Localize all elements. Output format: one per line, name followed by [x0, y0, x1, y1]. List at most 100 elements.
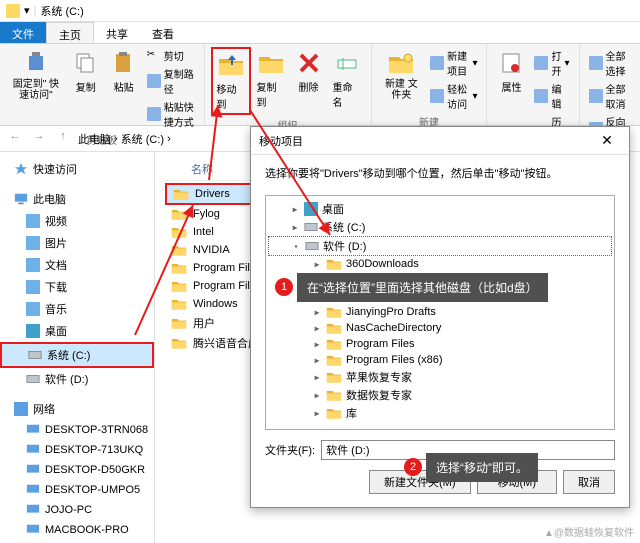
- folder-name: Program Files (x86): [346, 354, 443, 366]
- expand-icon[interactable]: ▶: [312, 324, 322, 333]
- moveto-button[interactable]: 移动到: [211, 47, 251, 115]
- downloads-icon: [26, 280, 40, 294]
- pc-icon: [14, 192, 28, 206]
- file-name: Intel: [193, 226, 214, 238]
- open-button[interactable]: 打开▾: [531, 47, 572, 79]
- pasteshortcut-button[interactable]: 粘贴快捷方式: [144, 98, 198, 130]
- window-title: 系统 (C:): [40, 3, 83, 19]
- tree-item[interactable]: ▶NasCacheDirectory: [268, 320, 612, 336]
- cut-button[interactable]: ✂剪切: [144, 47, 198, 64]
- copy-button[interactable]: 复制: [68, 47, 104, 96]
- pc-icon: [26, 423, 40, 437]
- breadcrumb[interactable]: 此电脑 › 系统 (C:) ›: [78, 131, 171, 147]
- tab-share[interactable]: 共享: [94, 22, 140, 43]
- sidebar-item-desktop[interactable]: 桌面: [0, 320, 154, 342]
- nav-up-button[interactable]: ↑: [54, 130, 72, 148]
- tree-item[interactable]: ▶Program Files: [268, 336, 612, 352]
- chevron-right-icon: ›: [114, 133, 118, 145]
- copypath-button[interactable]: 复制路径: [144, 65, 198, 97]
- rename-button[interactable]: 重命名: [329, 47, 365, 111]
- expand-icon[interactable]: ▶: [312, 391, 322, 400]
- expand-icon[interactable]: ▶: [290, 205, 300, 214]
- selectall-button[interactable]: 全部选择: [586, 47, 634, 79]
- folder-tree[interactable]: ▶桌面 ▶系统 (C:) ▾软件 (D:) ▶360Downloads▶Ease…: [265, 195, 615, 430]
- tab-view[interactable]: 查看: [140, 22, 186, 43]
- tree-item[interactable]: ▶ Program Files (x86): [268, 352, 612, 368]
- ribbon-group-open: 属性 打开▾ 编辑 历史记录 打开: [487, 44, 579, 125]
- sidebar-item-network-pc[interactable]: DESKTOP-D50GKR: [0, 460, 154, 480]
- ribbon-group-organize: 移动到 复制到 删除 重命名 组织: [205, 44, 372, 125]
- drive-icon: [26, 372, 40, 386]
- dialog-titlebar: 移动项目 ✕: [251, 127, 629, 155]
- docs-icon: [26, 258, 40, 272]
- sidebar-item-cdrive[interactable]: 系统 (C:): [0, 342, 154, 368]
- folder-name: JianyingPro Drafts: [346, 306, 436, 318]
- expand-icon[interactable]: ▶: [312, 260, 322, 269]
- tree-item[interactable]: ▶库: [268, 404, 612, 422]
- ribbon-group-select: 全部选择 全部取消 反向选择 选择: [580, 44, 640, 125]
- sidebar-item-network-pc[interactable]: DESKTOP-UMPO5: [0, 480, 154, 500]
- pin-button[interactable]: 固定到" 快速访问": [6, 47, 66, 103]
- sidebar-item-network-pc[interactable]: DESKTOP-3TRN068: [0, 420, 154, 440]
- tree-item[interactable]: ▶数据恢复专家: [268, 386, 612, 404]
- folder-name: 库: [346, 405, 357, 421]
- edit-button[interactable]: 编辑: [531, 80, 572, 112]
- sidebar-item-quickaccess[interactable]: 快速访问: [0, 158, 154, 180]
- tab-file[interactable]: 文件: [0, 22, 46, 43]
- tree-item[interactable]: ▶360Downloads: [268, 256, 612, 272]
- sidebar-item-network-pc[interactable]: MACBOOK-PRO: [0, 520, 154, 540]
- nav-back-button[interactable]: ←: [6, 130, 24, 148]
- copyto-button[interactable]: 复制到: [253, 47, 289, 111]
- cancel-button[interactable]: 取消: [563, 470, 615, 494]
- expand-icon[interactable]: ▶: [312, 409, 322, 418]
- selectnone-button[interactable]: 全部取消: [586, 80, 634, 112]
- newfolder-icon: [387, 49, 415, 77]
- sidebar-item-downloads[interactable]: 下载: [0, 276, 154, 298]
- sidebar-item-thispc[interactable]: 此电脑: [0, 188, 154, 210]
- selectnone-icon: [589, 89, 603, 103]
- expand-icon[interactable]: ▶: [312, 308, 322, 317]
- paste-button[interactable]: 粘贴: [106, 47, 142, 96]
- breadcrumb-seg[interactable]: 此电脑: [78, 131, 111, 147]
- newitem-button[interactable]: 新建项目▾: [427, 47, 480, 79]
- easyaccess-button[interactable]: 轻松访问▾: [427, 80, 480, 112]
- newfolder-button[interactable]: 新建 文件夹: [378, 47, 426, 103]
- tree-item[interactable]: ▶苹果恢复专家: [268, 368, 612, 386]
- close-button[interactable]: ✕: [593, 132, 621, 149]
- annotation-number-1: 1: [275, 278, 293, 296]
- drive-icon: [28, 348, 42, 362]
- file-name: 用户: [193, 315, 215, 331]
- breadcrumb-seg[interactable]: 系统 (C:): [121, 131, 164, 147]
- collapse-icon[interactable]: ▾: [291, 242, 301, 251]
- sidebar-item-music[interactable]: 音乐: [0, 298, 154, 320]
- pin-icon: [22, 49, 50, 77]
- qa-toggle-icon: ▾: [24, 4, 30, 17]
- scissors-icon: ✂: [147, 49, 161, 63]
- sidebar-item-docs[interactable]: 文档: [0, 254, 154, 276]
- tree-item[interactable]: ▶桌面: [268, 200, 612, 218]
- music-icon: [26, 302, 40, 316]
- moveto-icon: [217, 51, 245, 79]
- expand-icon[interactable]: ▶: [312, 340, 322, 349]
- delete-x-icon: [295, 49, 323, 77]
- tree-item[interactable]: ▶ JianyingPro Drafts: [268, 304, 612, 320]
- delete-button[interactable]: 删除: [291, 47, 327, 96]
- sidebar-item-pictures[interactable]: 图片: [0, 232, 154, 254]
- tree-item[interactable]: ▶系统 (C:): [268, 218, 612, 236]
- expand-icon[interactable]: ▶: [290, 223, 300, 232]
- expand-icon[interactable]: ▶: [312, 373, 322, 382]
- sidebar-item-network-pc[interactable]: DESKTOP-713UKQ: [0, 440, 154, 460]
- properties-button[interactable]: 属性: [493, 47, 529, 96]
- sidebar-item-network[interactable]: 网络: [0, 398, 154, 420]
- expand-icon[interactable]: ▶: [312, 356, 322, 365]
- tab-home[interactable]: 主页: [46, 22, 94, 43]
- annotation-number-2: 2: [404, 458, 422, 476]
- sidebar-item-ddrive[interactable]: 软件 (D:): [0, 368, 154, 390]
- tree-item-ddrive[interactable]: ▾软件 (D:): [268, 236, 612, 256]
- ribbon: 固定到" 快速访问" 复制 粘贴 ✂剪切 复制路径 粘贴快捷方式 剪贴板 移动到: [0, 44, 640, 126]
- nav-fwd-button[interactable]: →: [30, 130, 48, 148]
- newitem-icon: [430, 56, 444, 70]
- copyto-icon: [257, 49, 285, 77]
- sidebar-item-videos[interactable]: 视频: [0, 210, 154, 232]
- sidebar-item-network-pc[interactable]: JOJO-PC: [0, 500, 154, 520]
